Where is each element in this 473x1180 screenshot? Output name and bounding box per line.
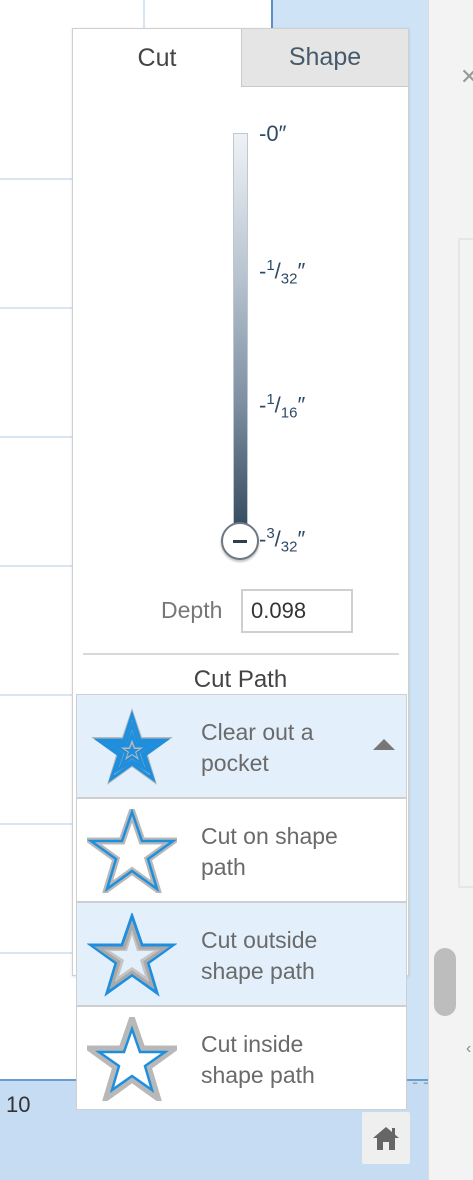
chevron-left-icon[interactable]: ‹ [466, 1040, 471, 1058]
ruler-dash: - - [412, 1072, 429, 1092]
cut-path-option-on-path[interactable]: Cut on shape path [76, 798, 407, 902]
home-icon [373, 1127, 399, 1150]
minus-icon [233, 539, 247, 543]
option-label: Cut inside shape path [201, 1031, 315, 1088]
outside-path-star-icon [87, 913, 177, 997]
tab-cut[interactable]: Cut [73, 29, 241, 87]
depth-slider-track[interactable] [233, 133, 248, 543]
depth-tick-0: -0″ [259, 121, 287, 146]
option-label: Clear out a pocket [201, 719, 314, 776]
home-button[interactable] [362, 1112, 410, 1164]
option-label: Cut outside shape path [201, 927, 318, 984]
depth-slider-handle[interactable] [221, 522, 259, 560]
cut-path-selected-option[interactable]: Clear out a pocket [76, 694, 407, 798]
tab-shape[interactable]: Shape [241, 29, 408, 87]
cut-path-title: Cut Path [193, 666, 288, 693]
cut-path-option-outside[interactable]: Cut outside shape path [76, 902, 407, 1006]
ruler-label: 10 [6, 1092, 31, 1117]
inside-path-star-icon [87, 1017, 177, 1101]
cut-path-option-inside[interactable]: Cut inside shape path [76, 1006, 407, 1110]
caret-up-icon[interactable] [373, 739, 395, 750]
depth-input[interactable] [241, 589, 353, 633]
depth-label: Depth [161, 597, 223, 623]
depth-tick-2: -1/16″ [259, 391, 306, 422]
scrollbar-thumb[interactable] [434, 948, 456, 1016]
tab-bar: Cut Shape [73, 29, 408, 87]
depth-tick-3: -3/32″ [259, 525, 306, 556]
depth-tick-1: -1/32″ [259, 257, 306, 288]
on-path-star-icon [87, 809, 177, 893]
option-label: Cut on shape path [201, 823, 338, 880]
divider [83, 653, 399, 655]
close-icon[interactable]: ✕ [460, 64, 473, 90]
rail-bracket [458, 238, 473, 888]
pocket-star-icon [91, 708, 173, 785]
